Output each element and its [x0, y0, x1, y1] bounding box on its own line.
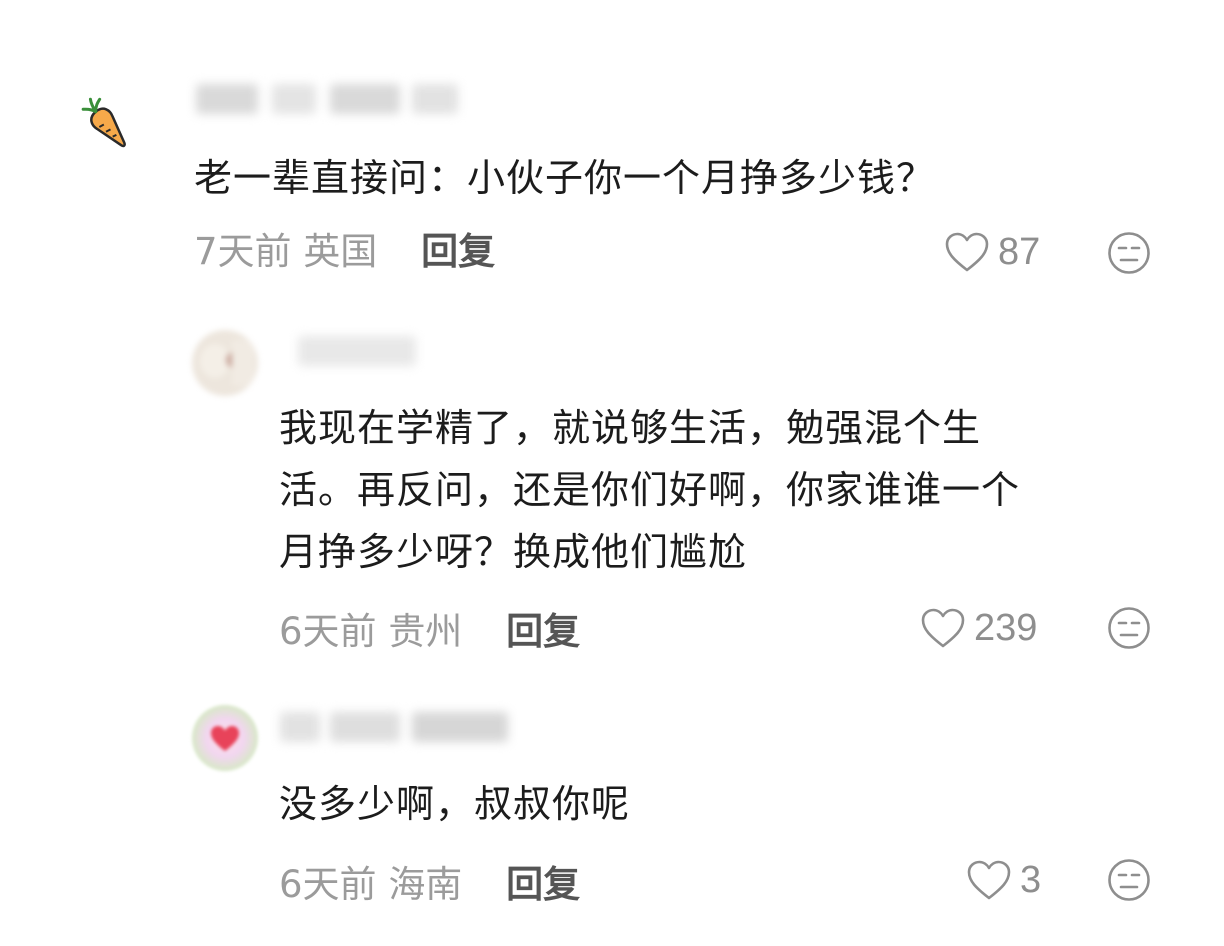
- like-button[interactable]: 3: [966, 856, 1041, 904]
- comment-meta: 7天前 英国 回复: [194, 230, 495, 274]
- like-button[interactable]: 239: [920, 604, 1037, 652]
- like-count: 239: [974, 606, 1038, 649]
- like-count: 87: [998, 230, 1041, 273]
- comment-text-line: 月挣多少呀？换成他们尴尬: [279, 530, 748, 574]
- comment-time: 6天前: [279, 610, 377, 653]
- comment-text-line: 活。再反问，还是你们好啊，你家谁谁一个: [279, 468, 1021, 512]
- reply-button[interactable]: 回复: [421, 230, 495, 273]
- like-button[interactable]: 87: [944, 228, 1040, 276]
- meh-face-icon: [1108, 607, 1150, 649]
- comment-text: 我现在学精了，就说够生活，勉强混个生 活。再反问，还是你们好啊，你家谁谁一个 月…: [279, 397, 1199, 583]
- heart-icon: [211, 726, 239, 751]
- heart-outline-icon: [921, 608, 965, 648]
- meh-face-icon: [1108, 232, 1150, 274]
- meh-face-icon: [1108, 859, 1150, 901]
- reply-button[interactable]: 回复: [506, 863, 580, 906]
- username-blurred[interactable]: [196, 78, 466, 122]
- comment-time: 6天前: [279, 863, 377, 906]
- comment-meta: 6天前 贵州 回复: [279, 610, 580, 654]
- comment-text: 老一辈直接问：小伙子你一个月挣多少钱？: [194, 156, 936, 200]
- like-count: 3: [1020, 858, 1042, 901]
- username-blurred[interactable]: [298, 330, 420, 374]
- heart-outline-icon: [967, 860, 1011, 900]
- comment-meta: 6天前 海南 回复: [279, 863, 580, 907]
- carrot-icon: [81, 97, 126, 148]
- avatar[interactable]: [192, 705, 258, 771]
- dislike-button[interactable]: [1107, 858, 1151, 902]
- dislike-button[interactable]: [1107, 231, 1151, 275]
- comment-time: 7天前: [194, 230, 292, 273]
- comment-location: 英国: [303, 230, 378, 273]
- dislike-button[interactable]: [1107, 606, 1151, 650]
- comment-text-line: 我现在学精了，就说够生活，勉强混个生: [279, 406, 982, 450]
- reply-button[interactable]: 回复: [506, 610, 580, 653]
- username-blurred[interactable]: [280, 706, 512, 750]
- avatar[interactable]: [74, 92, 138, 156]
- avatar[interactable]: [192, 330, 258, 396]
- heart-outline-icon: [945, 232, 989, 272]
- comment-location: 贵州: [388, 610, 463, 653]
- comment-text: 没多少啊，叔叔你呢: [279, 782, 631, 826]
- comment-location: 海南: [388, 863, 463, 906]
